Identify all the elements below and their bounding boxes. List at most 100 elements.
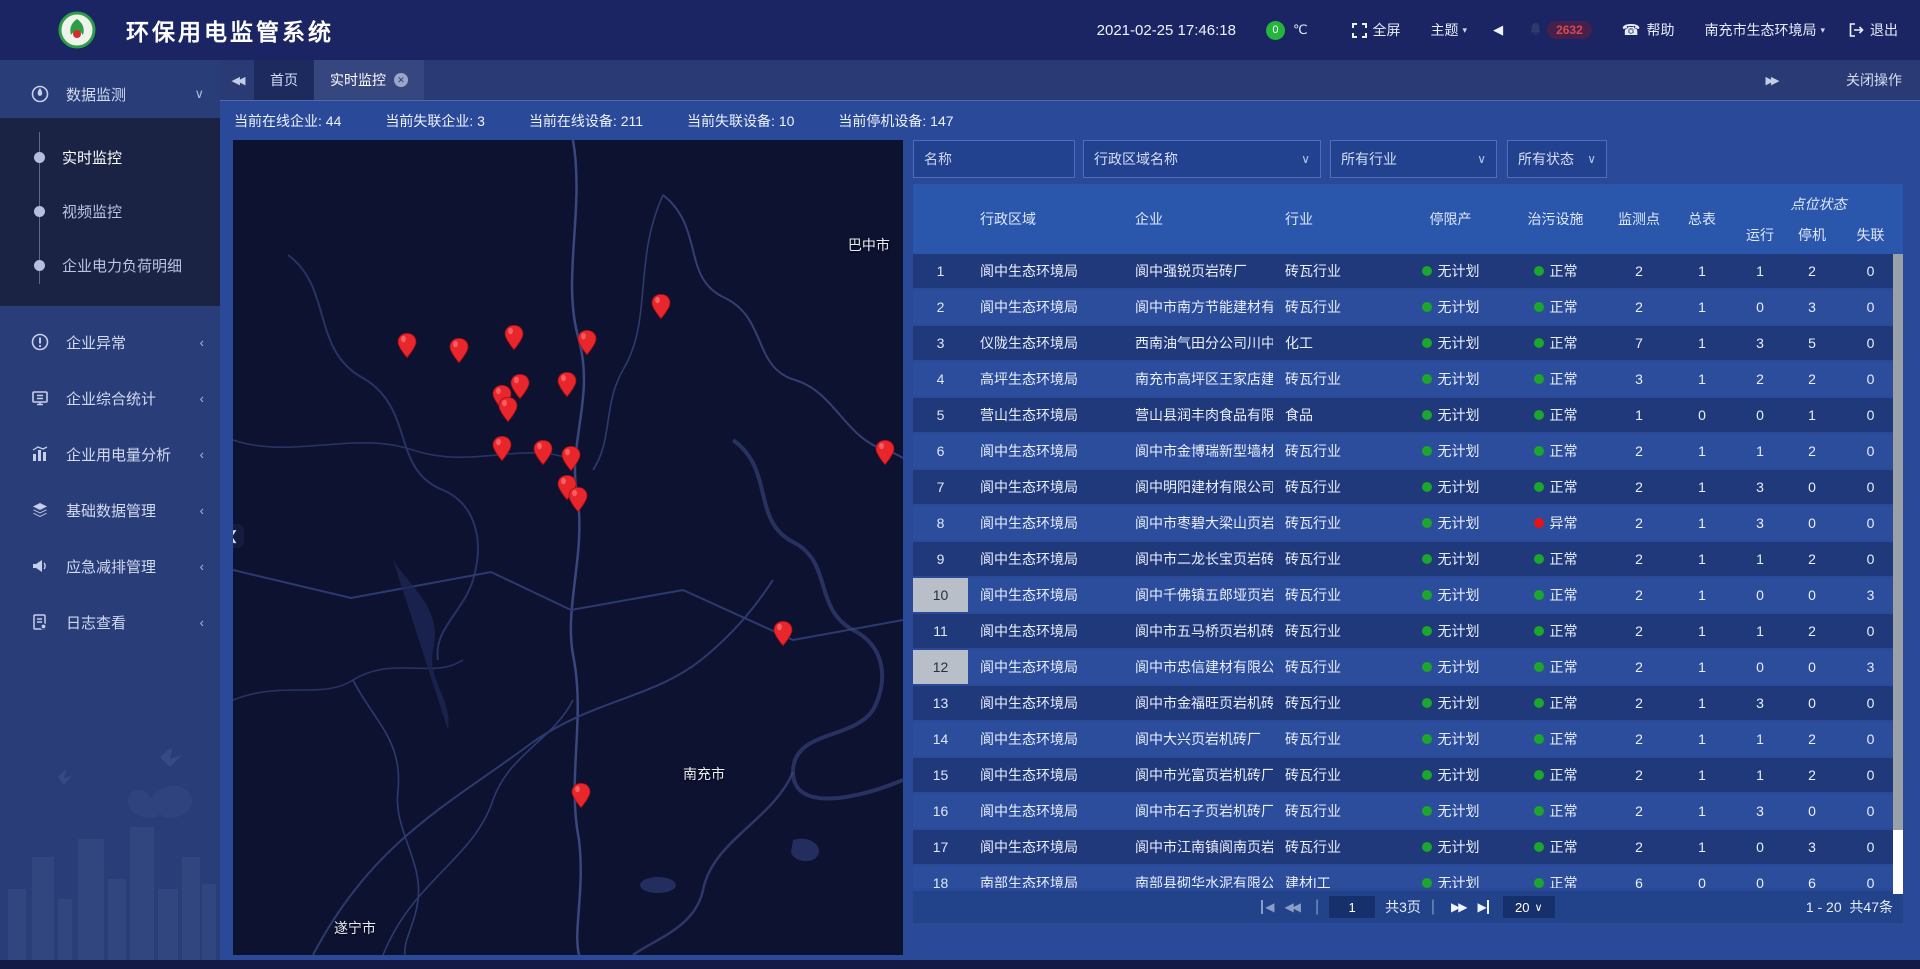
org-dropdown[interactable]: 南充市生态环境局▾ — [1704, 20, 1825, 40]
first-page-button[interactable]: ◀ — [1261, 900, 1278, 914]
close-operations-button[interactable]: 关闭操作 — [1846, 70, 1902, 90]
map-pin[interactable] — [571, 782, 591, 808]
table-row[interactable]: 7阆中生态环境局阆中明阳建材有限公司砖瓦行业无计划正常21300 — [913, 470, 1903, 504]
sidebar-item-emergency[interactable]: 应急减排管理 ‹ — [0, 542, 220, 590]
sidebar-item-company-abnormal[interactable]: 企业异常 ‹ — [0, 318, 220, 366]
map-pin[interactable] — [557, 371, 577, 397]
chevron-left-icon: ‹ — [200, 559, 204, 574]
table-row[interactable]: 14阆中生态环境局阆中大兴页岩机砖厂砖瓦行业无计划正常21120 — [913, 722, 1903, 756]
table-row[interactable]: 1阆中生态环境局阆中强锐页岩砖厂砖瓦行业无计划正常21120 — [913, 254, 1903, 288]
table-row[interactable]: 6阆中生态环境局阆中市金博瑞新型墙材砖瓦行业无计划正常21120 — [913, 434, 1903, 468]
page-number-input[interactable] — [1329, 896, 1375, 918]
cell-facility-status: 正常 — [1503, 542, 1608, 576]
theme-dropdown[interactable]: 主题▾ — [1431, 20, 1468, 40]
table-row[interactable]: 10阆中生态环境局阆中千佛镇五郎垭页岩砖瓦行业无计划正常21003 — [913, 578, 1903, 612]
map-pin[interactable] — [397, 332, 417, 358]
cell-region: 阆中生态环境局 — [968, 434, 1123, 468]
sidebar-item-video-monitor[interactable]: 视频监控 — [0, 184, 220, 238]
table-row[interactable]: 15阆中生态环境局阆中市光富页岩机砖厂砖瓦行业无计划正常21120 — [913, 758, 1903, 792]
limit-text: 无计划 — [1438, 729, 1480, 749]
cell-facility-status: 正常 — [1503, 326, 1608, 360]
tabs-scroll-left-icon[interactable]: ◀◀ — [220, 60, 254, 100]
notification-button[interactable]: 2632 — [1529, 21, 1592, 39]
name-filter-input[interactable] — [924, 151, 1064, 167]
cell-limit-status: 无计划 — [1398, 398, 1503, 432]
map-pin[interactable] — [875, 440, 895, 466]
table-row[interactable]: 18南部生态环境局南部县砌华水泥有限公建材|工无计划正常60060 — [913, 866, 1903, 888]
scrollbar-thumb[interactable] — [1893, 254, 1903, 830]
status-dot-green — [1534, 266, 1544, 276]
prev-page-button[interactable]: ◀◀ — [1278, 900, 1304, 914]
tab-realtime-monitor[interactable]: 实时监控 ✕ — [314, 60, 424, 100]
map-pin[interactable] — [561, 446, 581, 472]
cell-company: 营山县润丰肉食品有限 — [1123, 398, 1273, 432]
tab-close-icon[interactable]: ✕ — [394, 73, 408, 87]
map-pin[interactable] — [498, 397, 518, 423]
row-index: 6 — [913, 434, 968, 468]
table-scrollbar[interactable] — [1893, 254, 1903, 894]
table-row[interactable]: 9阆中生态环境局阆中市二龙长宝页岩砖砖瓦行业无计划正常21120 — [913, 542, 1903, 576]
status-dot-green — [1422, 806, 1432, 816]
cell-industry: 砖瓦行业 — [1273, 614, 1398, 648]
region-filter-dropdown[interactable]: 行政区域名称 ∨ — [1083, 140, 1321, 178]
map-pin[interactable] — [773, 621, 793, 647]
log-file-icon — [30, 613, 50, 631]
range-info: 1 - 20 共47条 — [1806, 897, 1893, 917]
table-row[interactable]: 5营山生态环境局营山县润丰肉食品有限食品无计划正常10010 — [913, 398, 1903, 432]
sidebar-item-power-analysis[interactable]: 企业用电量分析 ‹ — [0, 430, 220, 478]
panel-collapse-button[interactable]: ❮ — [233, 524, 244, 548]
last-page-button[interactable]: ▶ — [1472, 900, 1489, 914]
table-row[interactable]: 4高坪生态环境局南充市高坪区王家店建砖瓦行业无计划正常31220 — [913, 362, 1903, 396]
map-canvas[interactable]: ❮ 巴中市南充市遂宁市 — [233, 140, 903, 955]
cell-region: 营山生态环境局 — [968, 398, 1123, 432]
cell-company: 阆中市金福旺页岩机砖 — [1123, 686, 1273, 720]
tabs-scroll-right-icon[interactable]: ▶▶ — [1754, 74, 1788, 87]
table-row[interactable]: 12阆中生态环境局阆中市忠信建材有限公砖瓦行业无计划正常21003 — [913, 650, 1903, 684]
cell-monitors: 2 — [1608, 614, 1670, 648]
page-size-select[interactable]: 20 ∨ — [1503, 896, 1555, 918]
map-pin[interactable] — [568, 486, 588, 512]
tab-home[interactable]: 首页 — [254, 60, 314, 100]
table-row[interactable]: 13阆中生态环境局阆中市金福旺页岩机砖砖瓦行业无计划正常21300 — [913, 686, 1903, 720]
map-pin[interactable] — [492, 436, 512, 462]
industry-filter-dropdown[interactable]: 所有行业 ∨ — [1330, 140, 1497, 178]
map-pin[interactable] — [449, 338, 469, 364]
next-page-button[interactable]: ▶▶ — [1445, 900, 1471, 914]
cell-company: 阆中千佛镇五郎垭页岩 — [1123, 578, 1273, 612]
sidebar-item-base-data[interactable]: 基础数据管理 ‹ — [0, 486, 220, 534]
table-row[interactable]: 17阆中生态环境局阆中市江南镇阆南页岩砖瓦行业无计划正常21030 — [913, 830, 1903, 864]
cell-monitors: 2 — [1608, 290, 1670, 324]
sidebar-item-logs[interactable]: 日志查看 ‹ — [0, 598, 220, 646]
table-row[interactable]: 8阆中生态环境局阆中市枣碧大梁山页岩砖瓦行业无计划异常21300 — [913, 506, 1903, 540]
row-index: 2 — [913, 290, 968, 324]
map-pin[interactable] — [577, 330, 597, 356]
sidebar-item-data-monitor[interactable]: 数据监测 ∨ — [0, 70, 220, 118]
table-row[interactable]: 2阆中生态环境局阆中市南方节能建材有砖瓦行业无计划正常21030 — [913, 290, 1903, 324]
sidebar-item-company-statistics[interactable]: 企业综合统计 ‹ — [0, 374, 220, 422]
logout-button[interactable]: 退出 — [1849, 20, 1898, 40]
col-header-lost: 失联 — [1838, 225, 1903, 245]
limit-text: 无计划 — [1438, 693, 1480, 713]
sidebar-item-realtime-monitor[interactable]: 实时监控 — [0, 130, 220, 184]
map-pin[interactable] — [504, 325, 524, 351]
status-dot-green — [1422, 446, 1432, 456]
map-pin[interactable] — [533, 440, 553, 466]
facility-text: 正常 — [1550, 261, 1578, 281]
status-filter-dropdown[interactable]: 所有状态 ∨ — [1507, 140, 1607, 178]
cell-stop: 0 — [1786, 578, 1838, 612]
volume-icon[interactable]: ◀ — [1493, 22, 1503, 38]
facility-text: 正常 — [1550, 801, 1578, 821]
cell-region: 阆中生态环境局 — [968, 470, 1123, 504]
fullscreen-button[interactable]: 全屏 — [1352, 20, 1401, 40]
cell-stop: 2 — [1786, 758, 1838, 792]
sidebar-item-power-load-detail[interactable]: 企业电力负荷明细 — [0, 238, 220, 292]
table-row[interactable]: 16阆中生态环境局阆中市石子页岩机砖厂砖瓦行业无计划正常21300 — [913, 794, 1903, 828]
facility-text: 正常 — [1550, 369, 1578, 389]
cell-region: 阆中生态环境局 — [968, 290, 1123, 324]
table-row[interactable]: 3仪陇生态环境局西南油气田分公司川中化工无计划正常71350 — [913, 326, 1903, 360]
cell-facility-status: 正常 — [1503, 650, 1608, 684]
cell-company: 阆中市金博瑞新型墙材 — [1123, 434, 1273, 468]
map-pin[interactable] — [651, 293, 671, 319]
help-button[interactable]: ☎ 帮助 — [1622, 20, 1675, 40]
table-row[interactable]: 11阆中生态环境局阆中市五马桥页岩机砖砖瓦行业无计划正常21120 — [913, 614, 1903, 648]
